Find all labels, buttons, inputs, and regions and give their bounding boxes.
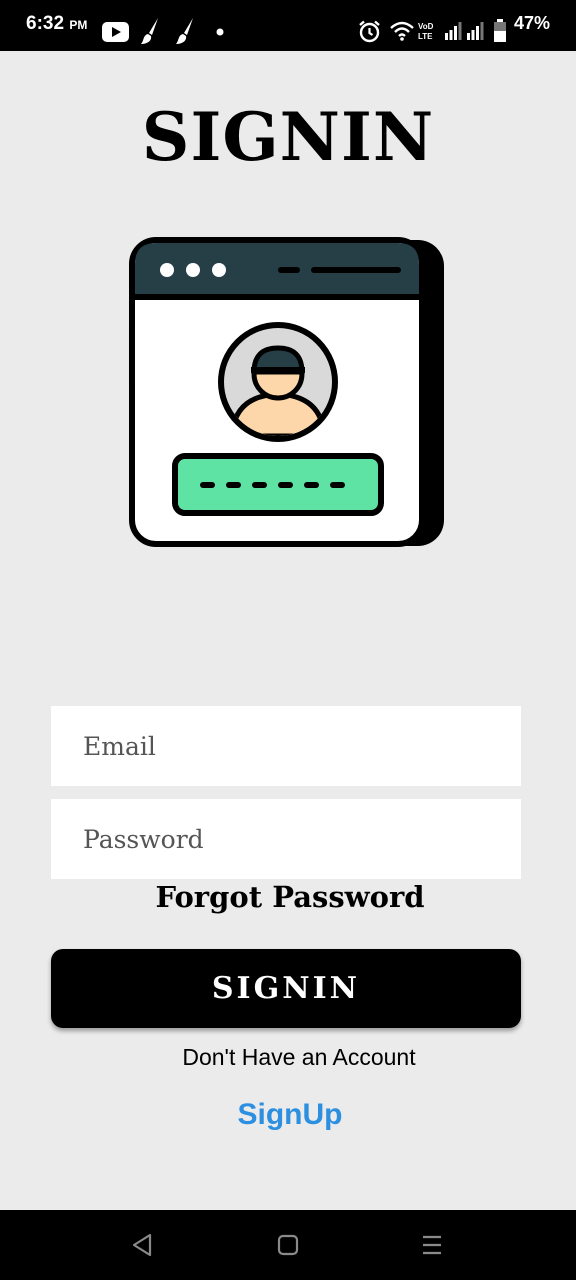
svg-text:VoD: VoD (418, 22, 434, 31)
login-window-illustration (129, 237, 444, 547)
menu-icon[interactable] (402, 1210, 462, 1280)
navigation-bar (0, 1210, 576, 1280)
back-icon[interactable] (112, 1210, 172, 1280)
volte-icon: VoD LTE (418, 22, 434, 41)
signin-button[interactable]: SIGNIN (51, 949, 521, 1028)
signup-link[interactable]: SignUp (0, 1098, 576, 1132)
home-icon[interactable] (258, 1210, 318, 1280)
brush-icon (176, 18, 193, 44)
password-field-container (51, 799, 521, 879)
alarm-icon (359, 20, 380, 43)
brush-icon (141, 18, 158, 44)
page-title: SIGNIN (141, 98, 435, 176)
status-time: 6:32 PM (26, 13, 88, 34)
wifi-icon (390, 21, 414, 41)
battery-icon (494, 19, 506, 42)
signal-icon (445, 22, 462, 40)
email-input[interactable] (51, 706, 521, 786)
youtube-icon (102, 22, 129, 42)
email-field-container (51, 706, 521, 786)
forgot-password-link[interactable]: Forgot Password (0, 880, 576, 914)
battery-percent: 47% (513, 13, 550, 33)
password-input[interactable] (51, 799, 521, 879)
dot-icon (216, 28, 224, 36)
signal-icon (467, 22, 484, 40)
no-account-text: Don't Have an Account (182, 1044, 416, 1070)
status-bar: 6:32 PM VoD LTE 47% (0, 0, 576, 51)
svg-text:LTE: LTE (418, 32, 433, 41)
